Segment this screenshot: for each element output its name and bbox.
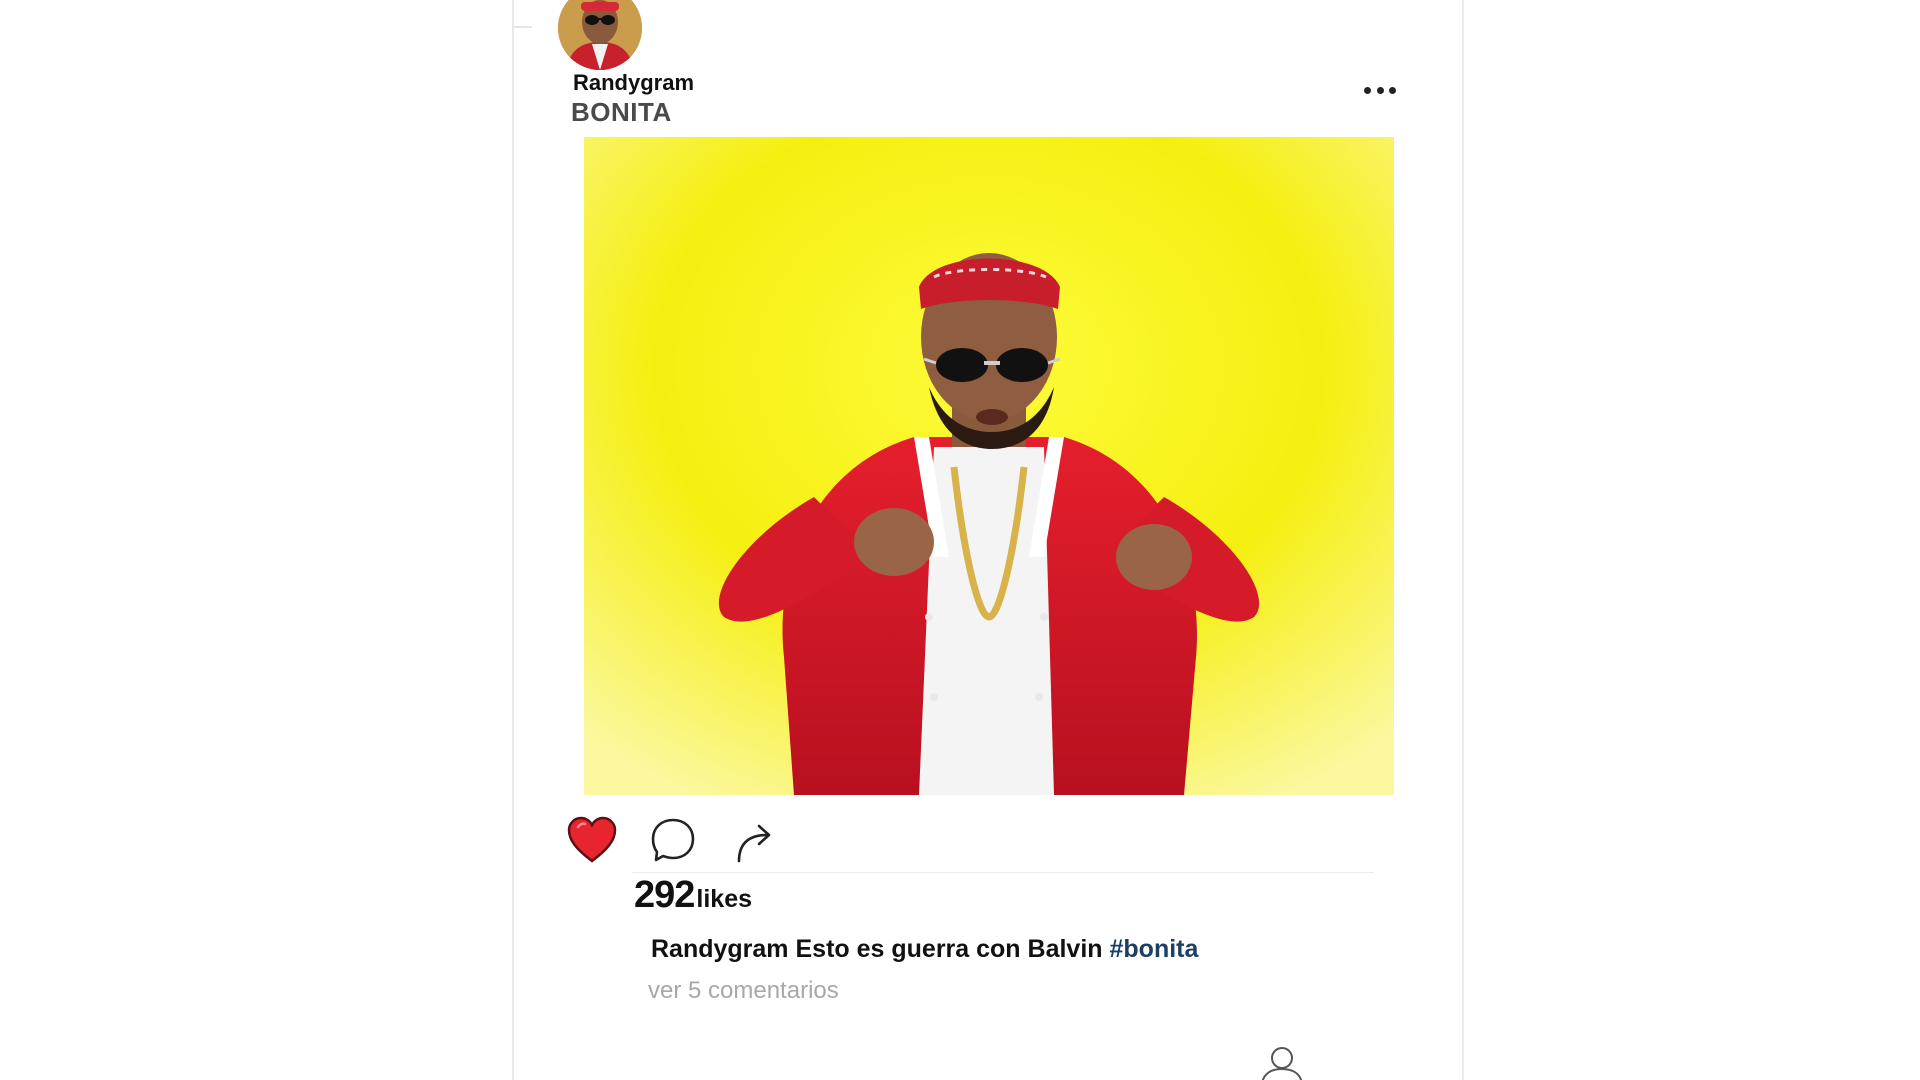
share-icon[interactable] [726,812,782,868]
post-photo[interactable] [584,137,1394,795]
card-edge-tick [514,26,532,28]
actions-divider [632,872,1374,873]
caption-hashtag[interactable]: #bonita [1110,935,1199,963]
view-comments-link[interactable]: ver 5 comentarios [648,977,839,1005]
likes-summary[interactable]: 292 likes [634,874,752,917]
post-username[interactable]: Randygram [573,70,694,96]
heart-icon[interactable] [564,812,620,868]
likes-count: 292 [634,874,695,916]
caption-username[interactable]: Randygram [651,935,789,963]
post-subtitle: BONITA [571,97,672,127]
more-dot [1364,86,1371,94]
more-options-icon[interactable] [1364,80,1396,100]
likes-label: likes [696,885,753,913]
post-caption: Randygram Esto es guerra con Balvin #bon… [651,935,1198,964]
post-actions [564,812,807,868]
more-dot [1389,86,1396,94]
comment-icon[interactable] [645,812,701,868]
screen: Randygram BONITA 292 likes Randygram Est… [0,0,1920,1080]
profile-icon[interactable] [1257,1045,1307,1080]
avatar[interactable] [558,0,642,70]
caption-text: Esto es guerra con Balvin [795,935,1103,963]
post-card: Randygram BONITA 292 likes Randygram Est… [512,0,1464,1080]
more-dot [1376,86,1384,94]
